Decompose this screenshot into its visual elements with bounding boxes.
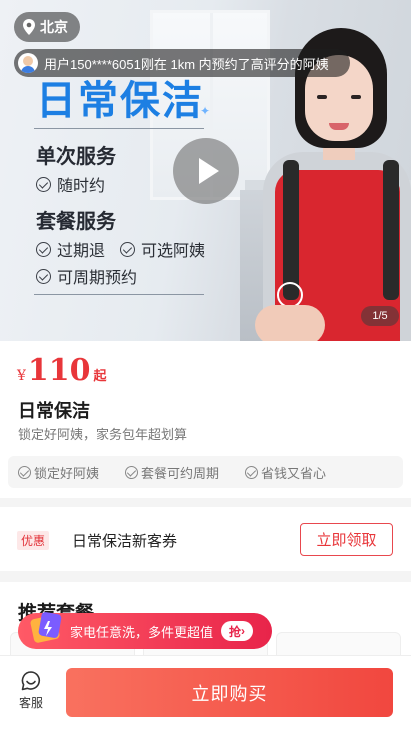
customer-service-label: 客服 [18, 696, 43, 710]
check-circle-icon [125, 465, 139, 479]
customer-service-button[interactable]: 客服 [12, 670, 50, 711]
check-circle-icon [120, 241, 135, 257]
price-value: 110 [27, 353, 91, 388]
bottom-bar: 客服 立即购买 [0, 655, 411, 731]
package-service-heading: 套餐服务 [36, 211, 116, 233]
ad-divider [34, 294, 204, 295]
price-currency: ¥ [17, 368, 26, 384]
ad-divider [34, 128, 204, 129]
banner-page-indicator: 1/5 [361, 306, 399, 326]
claim-coupon-button[interactable]: 立即领取 [300, 523, 393, 556]
gift-icon [30, 612, 62, 643]
coupon-badge: 优惠 [17, 531, 50, 550]
grab-button[interactable]: 抢 › [221, 621, 254, 641]
promo-banner[interactable]: 家电任意洗，多件更超值 抢 › [18, 612, 272, 649]
city-name: 北京 [40, 19, 68, 35]
product-price: ¥ 110 起 [17, 353, 107, 388]
sparkle-icon: ✦ [200, 104, 211, 118]
user-avatar [18, 53, 38, 73]
package-service-item: 过期退 [36, 237, 105, 261]
chat-bubble-icon [21, 671, 41, 691]
check-circle-icon [18, 465, 31, 479]
booking-notice-text: 用户150****6051刚在 1km 内预约了高评分的阿姨 [44, 56, 329, 72]
buy-now-button[interactable]: 立即购买 [66, 668, 393, 717]
feature-tag: 省钱又省心 [245, 463, 326, 482]
booking-notice: 用户150****6051刚在 1km 内预约了高评分的阿姨 [14, 49, 350, 77]
page: 日常保洁 ✦ 单次服务 随时约 套餐服务 过期退 可选阿姨 可周期预约 北京 用… [0, 0, 411, 731]
city-selector[interactable]: 北京 [14, 12, 80, 42]
check-circle-icon [36, 176, 51, 192]
play-video-button[interactable] [173, 138, 239, 204]
product-name: 日常保洁 [18, 401, 90, 421]
price-suffix: 起 [93, 369, 107, 384]
package-service-item: 可周期预约 [36, 264, 137, 288]
feature-tag: 锁定好阿姨 [18, 463, 99, 482]
package-service-item: 可选阿姨 [120, 237, 205, 261]
check-circle-icon [245, 465, 259, 479]
check-circle-icon [36, 268, 51, 284]
location-pin-icon [23, 19, 35, 35]
coupon-row: 优惠 日常保洁新客券 立即领取 [0, 507, 411, 571]
single-service-heading: 单次服务 [36, 146, 116, 168]
coupon-label: 日常保洁新客券 [72, 533, 178, 550]
promo-text: 家电任意洗，多件更超值 [70, 624, 214, 640]
hero-banner[interactable]: 日常保洁 ✦ 单次服务 随时约 套餐服务 过期退 可选阿姨 可周期预约 北京 用… [0, 0, 411, 341]
single-service-item: 随时约 [36, 172, 105, 196]
product-card: ¥ 110 起 日常保洁 锁定好阿姨，家务包年超划算 锁定好阿姨 套餐可约周期 … [0, 341, 411, 498]
product-subtitle: 锁定好阿姨，家务包年超划算 [18, 427, 188, 442]
feature-tags: 锁定好阿姨 套餐可约周期 省钱又省心 [8, 456, 403, 488]
check-circle-icon [36, 241, 51, 257]
feature-tag: 套餐可约周期 [125, 463, 219, 482]
